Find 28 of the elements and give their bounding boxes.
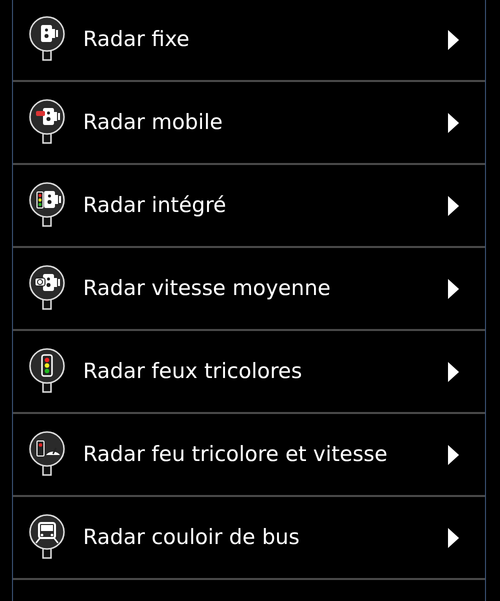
list-item[interactable]: Radar vitesse moyenne <box>13 248 485 331</box>
chevron-right-icon <box>448 362 459 382</box>
radar-sign-icon <box>28 430 66 478</box>
radar-sign-icon <box>28 182 66 230</box>
item-label: Radar couloir de bus <box>83 524 301 551</box>
item-label: Radar intégré <box>83 192 228 219</box>
radar-sign-icon <box>28 514 66 562</box>
chevron-right-icon <box>448 30 459 50</box>
chevron-right-icon <box>448 112 459 132</box>
item-label: Radar vitesse moyenne <box>83 274 332 302</box>
item-label: Radar feu tricolore et vitesse <box>83 440 388 468</box>
radar-sign-icon <box>28 16 66 64</box>
chevron-right-icon <box>448 196 459 216</box>
radar-sign-icon <box>28 264 66 312</box>
list-item[interactable]: Radar feu tricolore et vitesse <box>13 414 485 497</box>
item-label: Radar feux tricolores <box>83 358 304 385</box>
radar-sign-icon <box>28 348 66 396</box>
list-item[interactable]: Radar feux tricolores <box>13 331 485 414</box>
item-label: Radar mobile <box>83 108 224 136</box>
item-label: Radar fixe <box>83 26 190 53</box>
radar-sign-icon <box>28 98 66 146</box>
list-item[interactable]: Radar intégré <box>13 165 485 248</box>
list-item[interactable]: Radar mobile <box>13 82 485 165</box>
chevron-right-icon <box>448 444 459 464</box>
list-item[interactable]: Radar couloir de bus <box>13 497 485 580</box>
chevron-right-icon <box>448 528 459 548</box>
list-item[interactable]: Radar fixe <box>13 0 485 82</box>
chevron-right-icon <box>448 278 459 298</box>
